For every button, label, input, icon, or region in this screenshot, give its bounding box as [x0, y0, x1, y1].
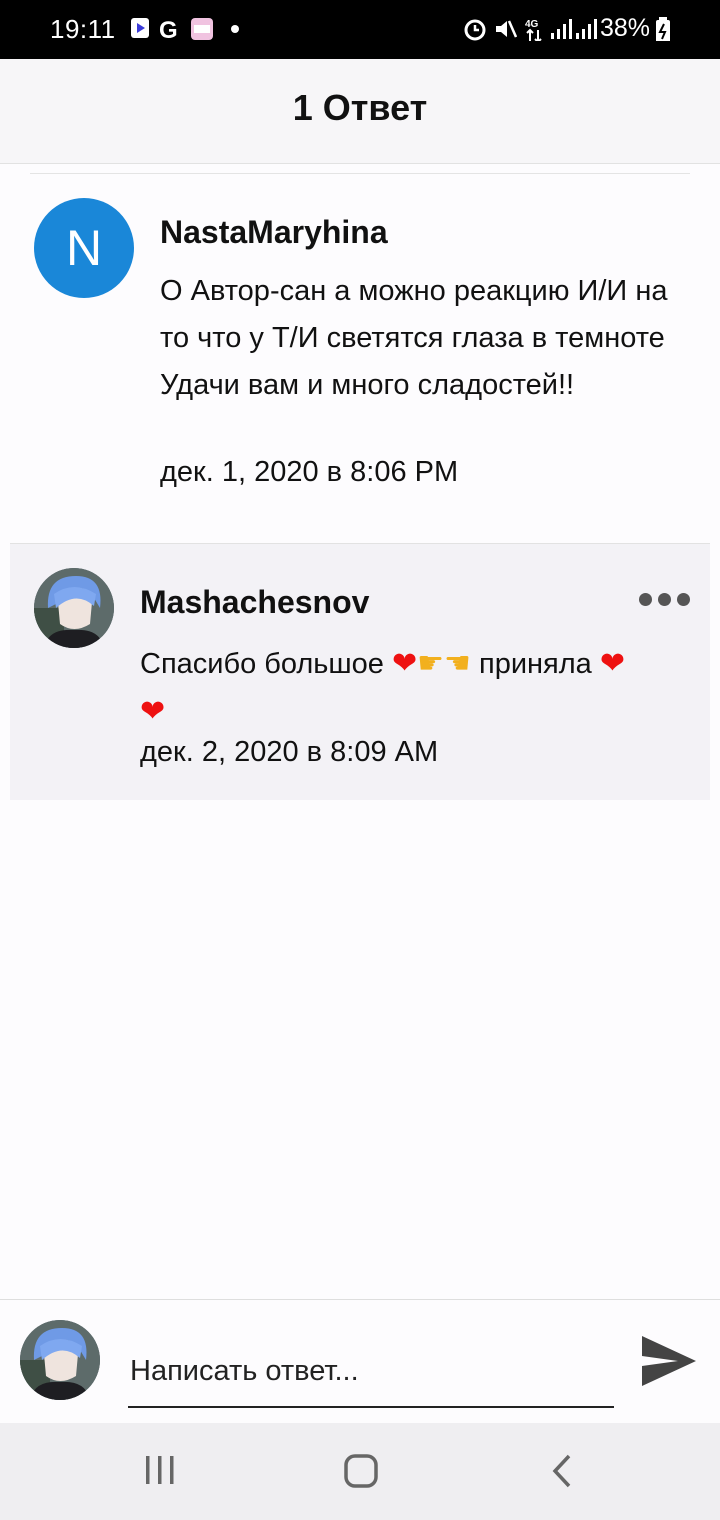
reply-text: Спасибо большое ❤☛☚ приняла ❤ ❤: [140, 640, 700, 736]
svg-text:G: G: [159, 17, 178, 41]
reply-author[interactable]: Mashachesnov: [140, 584, 369, 621]
signal-icon: [551, 19, 572, 39]
battery-percent: 38%: [599, 14, 650, 42]
system-nav-bar: [0, 1423, 720, 1520]
app-header: 1 Ответ: [0, 59, 720, 164]
status-bar: 19:11 G 4G 38%: [0, 0, 720, 59]
reply-date: дек. 2, 2020 в 8:09 AM: [140, 736, 439, 768]
reply-text-part: Спасибо большое: [140, 648, 384, 680]
mute-icon: [496, 20, 517, 38]
more-horizontal-icon[interactable]: [639, 593, 690, 606]
media-icon: [131, 18, 149, 38]
heart-icon: ❤: [392, 647, 418, 680]
reply-text-part: приняла: [479, 648, 592, 680]
svg-text:4G: 4G: [525, 19, 539, 30]
avatar: [20, 1320, 100, 1400]
reply-input[interactable]: [128, 1336, 614, 1408]
comment-author[interactable]: NastaMaryhina: [160, 214, 388, 251]
battery-icon: [656, 17, 670, 41]
pointing-left-icon: ☚: [444, 647, 471, 680]
avatar[interactable]: N: [34, 198, 134, 298]
home-icon[interactable]: [343, 1453, 379, 1489]
google-icon: G: [159, 17, 178, 41]
app-icon: [191, 18, 213, 40]
divider: [30, 173, 690, 174]
comment-text: О Автор-сан а можно реакцию И/И на то чт…: [160, 275, 668, 401]
dot-icon: [231, 25, 239, 33]
status-time: 19:11: [50, 14, 116, 44]
reply-composer: [0, 1299, 720, 1424]
avatar[interactable]: [34, 568, 114, 648]
recent-apps-icon[interactable]: [144, 1453, 176, 1487]
signal-icon: [576, 19, 597, 39]
data-icon: 4G: [525, 19, 542, 41]
alarm-icon: [464, 19, 486, 41]
pointing-right-icon: ☛: [417, 647, 445, 680]
heart-icon: ❤: [599, 647, 626, 680]
heart-icon: ❤: [140, 695, 166, 728]
back-icon[interactable]: [550, 1453, 574, 1489]
reply: Mashachesnov Спасибо большое ❤☛☚ приняла…: [10, 543, 710, 800]
page-title: 1 Ответ: [292, 87, 428, 128]
comment-date: дек. 1, 2020 в 8:06 PM: [160, 456, 459, 488]
send-icon[interactable]: [640, 1334, 698, 1388]
